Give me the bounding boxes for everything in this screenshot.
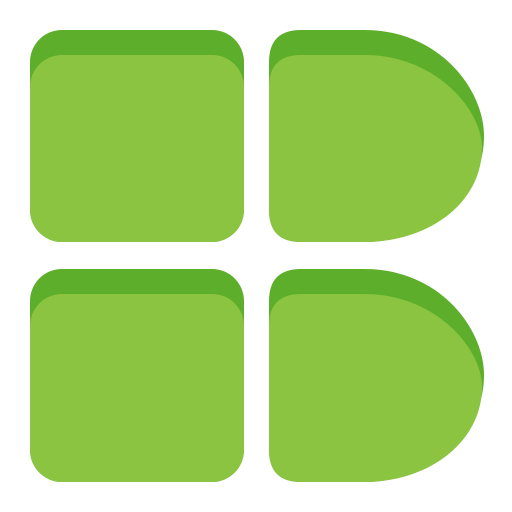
- tile-bottom-right: [269, 269, 484, 482]
- app-grid-logo: [30, 30, 484, 482]
- tile-bottom-left: [30, 269, 244, 482]
- tile-top-right: [269, 30, 484, 242]
- tile-top-left: [30, 30, 244, 242]
